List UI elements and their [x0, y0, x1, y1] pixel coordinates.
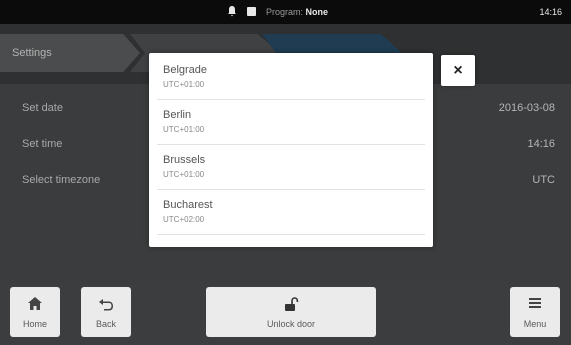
setting-label: Set date: [22, 102, 63, 114]
setting-label: Select timezone: [22, 174, 101, 186]
unlock-label: Unlock door: [266, 319, 316, 329]
timezone-city: Brussels: [163, 154, 206, 166]
timezone-option-bucharest[interactable]: Bucharest UTC+02:00: [157, 190, 425, 235]
setting-value: UTC: [532, 174, 555, 186]
status-bar: Program: None 14:16: [0, 0, 571, 24]
door-square-icon: [247, 7, 256, 16]
unlock-door-button[interactable]: Unlock door: [206, 287, 376, 337]
menu-button[interactable]: Menu: [510, 287, 560, 337]
back-label: Back: [95, 319, 116, 329]
timezone-offset: UTC+02:00: [163, 215, 205, 224]
unlock-icon: [206, 296, 376, 312]
timezone-option-brussels[interactable]: Brussels UTC+01:00: [157, 145, 425, 190]
menu-icon: [510, 296, 560, 312]
setting-value: 14:16: [527, 138, 555, 150]
home-icon: [10, 296, 60, 312]
program-status: Program: None: [266, 7, 328, 17]
timezone-city: Berlin: [163, 109, 192, 121]
timezone-offset: UTC+01:00: [163, 170, 205, 179]
timezone-city: Bucharest: [163, 199, 213, 211]
bottom-bar: Home Back Unlock door Menu: [0, 282, 571, 345]
home-label: Home: [22, 319, 47, 329]
bell-icon: [227, 5, 237, 19]
status-clock: 14:16: [539, 7, 562, 17]
setting-value: 2016-03-08: [498, 102, 555, 114]
timezone-offset: UTC+01:00: [163, 80, 205, 89]
program-label: Program:: [266, 7, 304, 17]
back-button[interactable]: Back: [81, 287, 131, 337]
program-value: None: [305, 7, 329, 17]
breadcrumb-settings[interactable]: Settings: [0, 34, 140, 72]
breadcrumb-label: Settings: [12, 47, 52, 59]
timezone-dialog: Belgrade UTC+01:00 Berlin UTC+01:00 Brus…: [149, 53, 433, 247]
setting-label: Set time: [22, 138, 63, 150]
menu-label: Menu: [523, 319, 547, 329]
timezone-option-berlin[interactable]: Berlin UTC+01:00: [157, 100, 425, 145]
close-button[interactable]: ×: [441, 55, 475, 86]
back-icon: [81, 296, 131, 312]
home-button[interactable]: Home: [10, 287, 60, 337]
timezone-offset: UTC+01:00: [163, 125, 205, 134]
close-icon: ×: [453, 62, 463, 79]
timezone-city: Belgrade: [163, 64, 208, 76]
timezone-option-belgrade[interactable]: Belgrade UTC+01:00: [157, 55, 425, 100]
